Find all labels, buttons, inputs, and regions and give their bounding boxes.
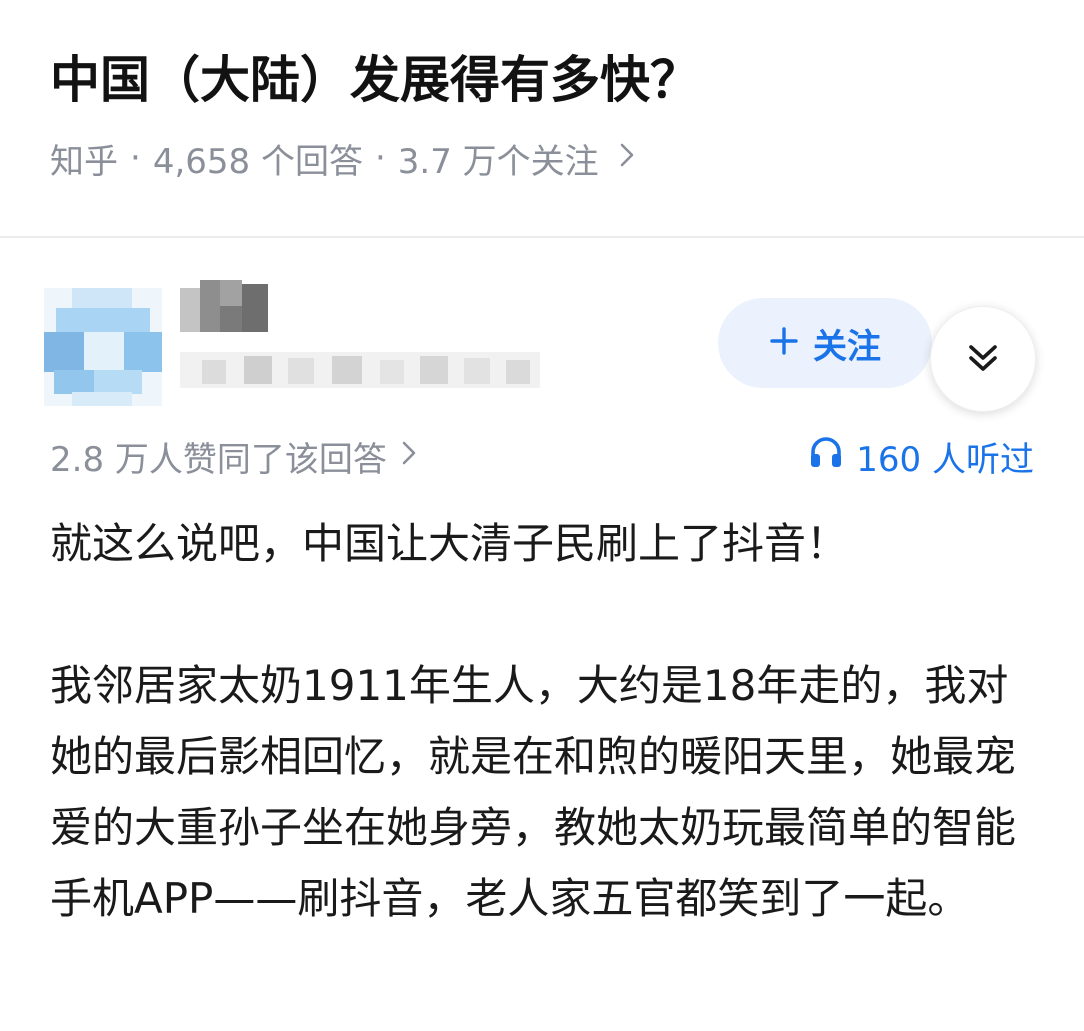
answer-paragraph: 我邻居家太奶1911年生人，大约是18年走的，我对她的最后影相回忆，就是在和煦的… <box>50 661 1017 923</box>
meta-separator: · <box>374 138 386 178</box>
plus-icon <box>769 323 799 363</box>
upvote-summary[interactable]: 2.8 万人赞同了该回答 <box>50 432 417 480</box>
headphones-icon <box>808 435 856 478</box>
chevron-right-icon <box>401 439 417 474</box>
answer-body: 就这么说吧，中国让大清子民刷上了抖音！ 我邻居家太奶1911年生人，大约是18年… <box>50 508 1040 934</box>
author-bio <box>180 352 540 388</box>
answer-paragraph: 就这么说吧，中国让大清子民刷上了抖音！ <box>50 519 849 568</box>
source-label: 知乎 <box>50 141 118 182</box>
followers-count: 3.7 万个关注 <box>397 141 599 182</box>
meta-separator: · <box>130 138 141 178</box>
chevron-right-icon <box>619 141 635 176</box>
collapse-button[interactable] <box>930 306 1036 412</box>
author-name[interactable] <box>180 280 280 336</box>
answers-count: 4,658 个回答 <box>152 141 363 182</box>
listen-text: 160 人听过 <box>856 439 1034 480</box>
listen-count[interactable]: 160 人听过 <box>808 432 1034 480</box>
follow-button[interactable]: 关注 <box>718 298 932 388</box>
question-title[interactable]: 中国（大陆）发展得有多快？ <box>50 44 700 116</box>
follow-label: 关注 <box>813 326 881 367</box>
question-meta[interactable]: 知乎 · 4,658 个回答 · 3.7 万个关注 <box>50 134 635 182</box>
upvote-text: 2.8 万人赞同了该回答 <box>50 439 387 480</box>
author-avatar[interactable] <box>44 288 162 406</box>
double-chevron-down-icon <box>966 341 1000 378</box>
section-divider <box>0 236 1084 238</box>
